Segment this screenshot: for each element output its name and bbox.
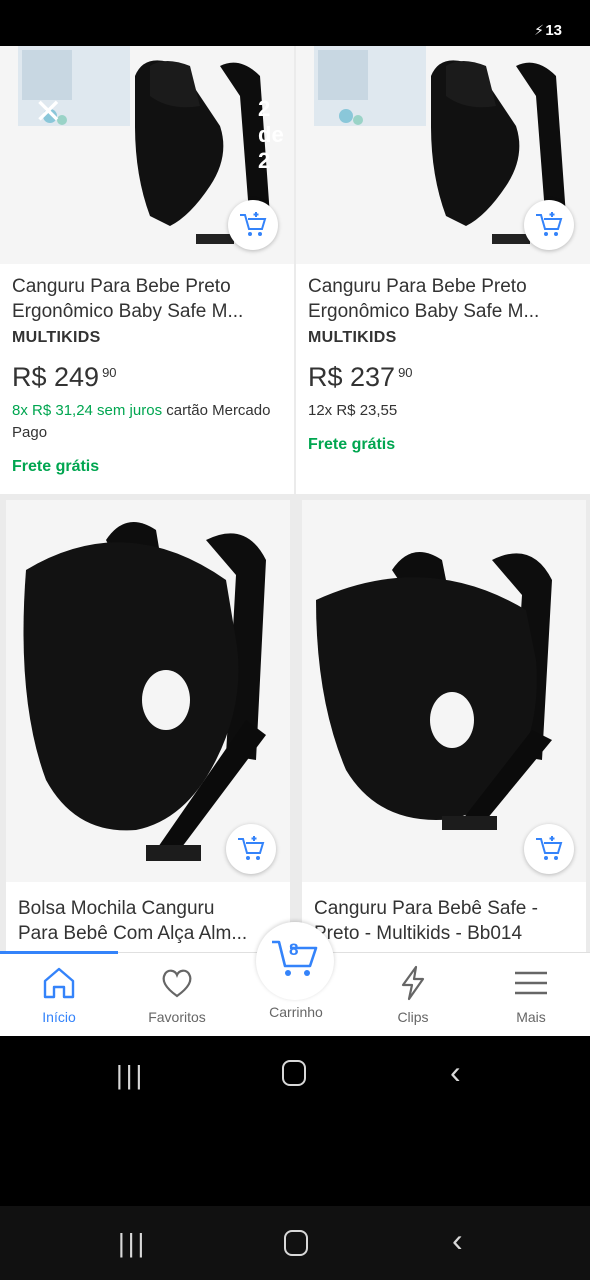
cart-badge-count: 8 — [289, 940, 299, 959]
add-to-cart-button[interactable] — [228, 200, 278, 250]
product-image[interactable] — [6, 500, 290, 882]
title-line: Bolsa Mochila Canguru — [18, 898, 215, 919]
system-navigation-bar-secondary: ||| ‹ — [0, 1206, 590, 1280]
system-navigation-bar: ||| ‹ — [0, 1036, 590, 1118]
title-line: Ergonômico Baby Safe M... — [12, 301, 244, 322]
cart-plus-icon — [536, 836, 563, 860]
close-icon[interactable]: ✕ — [34, 92, 63, 132]
product-card[interactable]: Canguru Para Bebê Safe - Preto - Multiki… — [302, 500, 586, 960]
product-card[interactable]: ✕ 2 de 2 Canguru Para Bebe Preto Ergonôm… — [0, 46, 294, 494]
home-icon — [43, 967, 75, 999]
product-image[interactable] — [302, 500, 586, 882]
status-value: 13 — [545, 22, 562, 39]
brand-name: MULTIKIDS — [12, 329, 101, 346]
product-image[interactable] — [296, 46, 590, 264]
nav-item-mais[interactable]: Mais — [472, 953, 590, 1036]
recent-apps-icon[interactable]: ||| — [116, 1060, 145, 1091]
installment-info: 12x R$ 23,55 — [308, 402, 398, 419]
product-title[interactable]: Canguru Para Bebê Safe - Preto - Multiki… — [314, 896, 574, 946]
price-cents: 90 — [102, 365, 117, 380]
title-line: Preto - Multikids - Bb014 — [314, 923, 523, 944]
nav-item-favoritos[interactable]: Favoritos — [118, 953, 236, 1036]
recent-apps-icon[interactable]: ||| — [118, 1228, 147, 1259]
status-bar: ⚡ 13 — [0, 0, 590, 46]
nav-label: Clips — [397, 1009, 429, 1025]
price-main: R$ 237 — [308, 362, 396, 392]
menu-icon — [515, 971, 547, 995]
nav-label: Mais — [516, 1009, 546, 1025]
title-line: Canguru Para Bebe Preto — [12, 276, 231, 297]
free-shipping-label: Frete grátis — [12, 458, 100, 475]
product-title[interactable]: Canguru Para Bebe Preto Ergonômico Baby … — [12, 274, 282, 324]
back-icon[interactable]: ‹ — [450, 1054, 461, 1091]
price-cents: 90 — [398, 365, 413, 380]
lightning-icon — [401, 965, 425, 1001]
home-button-icon[interactable] — [284, 1230, 308, 1256]
brand-name: MULTIKIDS — [308, 329, 397, 346]
nav-label: Início — [42, 1009, 76, 1025]
free-shipping-label: Frete grátis — [308, 436, 396, 453]
price: R$ 237 90 — [308, 362, 413, 393]
product-title[interactable]: Canguru Para Bebe Preto Ergonômico Baby … — [308, 274, 578, 324]
product-title[interactable]: Bolsa Mochila Canguru Para Bebê Com Alça… — [18, 896, 278, 946]
app-content: ✕ 2 de 2 Canguru Para Bebe Preto Ergonôm… — [0, 46, 590, 1036]
nav-item-inicio[interactable]: Início — [0, 953, 118, 1036]
cart-button[interactable]: 8 — [256, 922, 334, 1000]
nav-label: Favoritos — [148, 1009, 206, 1025]
charging-bolt-icon: ⚡ — [534, 22, 544, 38]
cart-plus-icon — [240, 212, 267, 236]
back-icon[interactable]: ‹ — [452, 1222, 463, 1259]
cart-plus-icon — [238, 836, 265, 860]
home-button-icon[interactable] — [282, 1060, 306, 1086]
title-line: Ergonômico Baby Safe M... — [308, 301, 540, 322]
add-to-cart-button[interactable] — [226, 824, 276, 874]
title-line: Para Bebê Com Alça Alm... — [18, 923, 248, 944]
price-main: R$ 249 — [12, 362, 100, 392]
product-card[interactable]: Canguru Para Bebe Preto Ergonômico Baby … — [296, 46, 590, 494]
nav-item-clips[interactable]: Clips — [354, 953, 472, 1036]
price: R$ 249 90 — [12, 362, 117, 393]
cart-plus-icon — [536, 212, 563, 236]
add-to-cart-button[interactable] — [524, 200, 574, 250]
image-counter: 2 de 2 — [258, 96, 284, 173]
product-image[interactable]: ✕ 2 de 2 — [0, 46, 294, 264]
installment-green: 8x R$ 31,24 sem juros — [12, 402, 163, 419]
title-line: Canguru Para Bebe Preto — [308, 276, 527, 297]
title-line: Canguru Para Bebê Safe - — [314, 898, 538, 919]
heart-icon — [162, 969, 192, 998]
add-to-cart-button[interactable] — [524, 824, 574, 874]
product-card[interactable]: Bolsa Mochila Canguru Para Bebê Com Alça… — [6, 500, 290, 960]
installment-info: 8x R$ 31,24 sem juros cartão Mercado Pag… — [12, 400, 284, 444]
nav-label-carrinho: Carrinho — [269, 1004, 323, 1020]
